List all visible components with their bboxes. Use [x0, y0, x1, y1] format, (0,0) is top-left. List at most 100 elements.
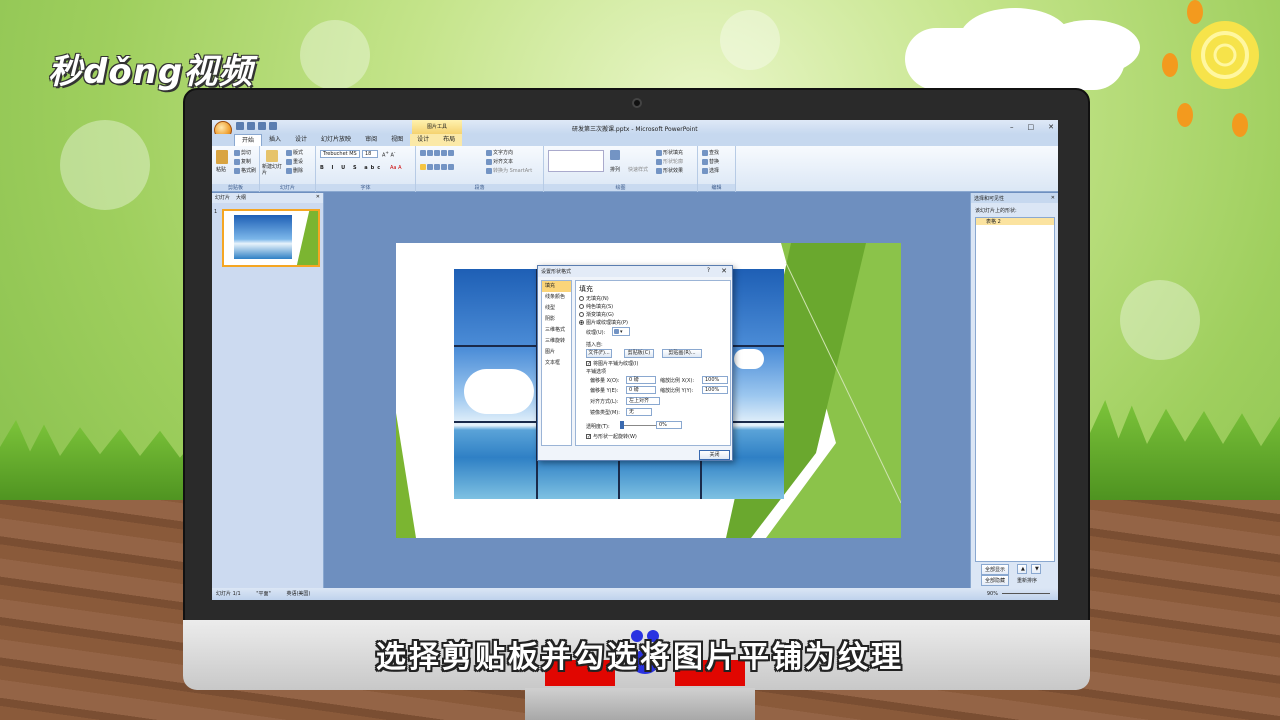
- smartart-button[interactable]: 转换为 SmartArt: [486, 167, 532, 174]
- redo-icon[interactable]: [247, 122, 255, 130]
- clipboard-button[interactable]: 剪贴板(C): [624, 349, 654, 358]
- font-style-buttons[interactable]: B I U S abc: [320, 165, 383, 171]
- rotate-with-shape-checkbox[interactable]: ✓ 与形状一起旋转(W): [586, 433, 637, 440]
- radio-no-fill[interactable]: 无填充(N): [579, 295, 609, 302]
- grow-font-icon[interactable]: A+ A-: [382, 150, 395, 159]
- new-slide-button[interactable]: [266, 150, 279, 162]
- category-3d-format[interactable]: 三维格式: [542, 325, 571, 336]
- alignment-dropdown[interactable]: 左上对齐: [626, 397, 660, 405]
- transparency-slider[interactable]: [620, 425, 660, 426]
- thumbnail-photo: [234, 215, 292, 259]
- tab-review[interactable]: 审阅: [358, 134, 384, 146]
- zoom-slider[interactable]: [1002, 593, 1050, 594]
- reset-label: 重设: [293, 159, 304, 165]
- bullets-icon[interactable]: [420, 150, 455, 157]
- offset-y-spinner[interactable]: 0 磅: [626, 386, 656, 394]
- category-line-style[interactable]: 线型: [542, 303, 571, 314]
- tab-slideshow[interactable]: 幻灯片放映: [314, 134, 358, 146]
- tab-outline[interactable]: 大纲: [236, 194, 246, 202]
- transparency-spinner[interactable]: 0%: [656, 421, 682, 429]
- powerpoint-window: 图片工具 研发第三次搬课.pptx - Microsoft PowerPoint…: [212, 120, 1058, 600]
- move-up-icon[interactable]: ▲: [1017, 564, 1027, 574]
- monitor-stand: [525, 688, 755, 720]
- show-all-button[interactable]: 全部显示: [981, 564, 1010, 575]
- align-text-button[interactable]: 对齐文本: [486, 158, 513, 165]
- tab-home[interactable]: 开始: [234, 134, 263, 146]
- tab-design[interactable]: 设计: [288, 134, 314, 146]
- category-fill[interactable]: 填充: [542, 281, 571, 292]
- tab-table-design[interactable]: 设计: [410, 134, 437, 146]
- brush-icon: [234, 167, 240, 174]
- transparency-slider-thumb[interactable]: [620, 421, 624, 429]
- tab-table-layout[interactable]: 布局: [436, 134, 463, 146]
- grass: [0, 420, 200, 510]
- shapes-gallery[interactable]: [548, 150, 604, 172]
- help-icon[interactable]: ?: [707, 267, 710, 274]
- scale-y-label: 缩放比例 Y(Y):: [660, 388, 694, 394]
- category-line-color[interactable]: 线条颜色: [542, 292, 571, 303]
- radio-picture-fill[interactable]: 图片或纹理填充(P): [579, 319, 628, 326]
- tile-checkbox[interactable]: ✓ 将图片平铺为纹理(I): [586, 360, 638, 367]
- text-direction-button[interactable]: 文字方向: [486, 149, 513, 156]
- texture-dropdown[interactable]: ▾: [612, 327, 630, 336]
- layout-button[interactable]: 版式: [286, 149, 303, 156]
- minimize-icon[interactable]: –: [1010, 123, 1014, 131]
- radio-solid-fill[interactable]: 纯色填充(S): [579, 303, 613, 310]
- checkbox-label: 将图片平铺为纹理(I): [593, 361, 639, 367]
- clipart-button[interactable]: 剪贴画(R)...: [662, 349, 702, 358]
- shape-effects-button[interactable]: 形状效果: [656, 167, 683, 174]
- category-3d-rotation[interactable]: 三维旋转: [542, 336, 571, 347]
- format-painter-button[interactable]: 格式刷: [234, 167, 256, 174]
- shape-fill-label: 形状填充: [663, 150, 684, 156]
- zoom-level[interactable]: 90%: [987, 588, 998, 600]
- cut-button[interactable]: 剪切: [234, 149, 251, 156]
- mirror-dropdown[interactable]: 无: [626, 408, 652, 416]
- shape-fill-button[interactable]: 形状填充: [656, 149, 683, 156]
- close-button[interactable]: 关闭: [699, 450, 730, 460]
- font-color-icon[interactable]: Aa A: [390, 165, 402, 171]
- font-name-combo[interactable]: Trebuchet MS: [320, 150, 360, 158]
- select-button[interactable]: 选择: [702, 167, 719, 174]
- slide-thumbnail[interactable]: [222, 209, 320, 267]
- shape-outline-button[interactable]: 形状轮廓: [656, 158, 683, 165]
- qat-dropdown-icon[interactable]: [269, 122, 277, 130]
- fill-icon: [656, 149, 662, 156]
- category-picture[interactable]: 图片: [542, 347, 571, 358]
- close-icon[interactable]: ✕: [721, 267, 727, 275]
- checkbox: ✓: [586, 434, 592, 440]
- category-text-box[interactable]: 文本框: [542, 358, 571, 369]
- quick-styles-label[interactable]: 快速样式: [628, 166, 648, 173]
- paste-button[interactable]: [216, 150, 229, 164]
- save-icon[interactable]: [258, 122, 266, 130]
- shapes-list: 表格 2: [975, 217, 1055, 562]
- find-button[interactable]: 查找: [702, 149, 719, 156]
- radio-gradient-fill[interactable]: 渐变填充(G): [579, 311, 614, 318]
- font-size-combo[interactable]: 18: [362, 150, 378, 158]
- offset-x-spinner[interactable]: 0 磅: [626, 376, 656, 384]
- move-down-icon[interactable]: ▼: [1031, 564, 1041, 574]
- close-icon[interactable]: ✕: [1051, 195, 1055, 201]
- arrange-button[interactable]: [610, 150, 621, 160]
- align-icons[interactable]: [420, 164, 455, 171]
- tab-view[interactable]: 视图: [384, 134, 410, 146]
- file-button[interactable]: 文件(F)...: [586, 349, 612, 358]
- close-icon[interactable]: ✕: [1048, 123, 1054, 131]
- shape-list-item[interactable]: 表格 2: [976, 218, 1054, 225]
- scale-y-spinner[interactable]: 100%: [702, 386, 728, 394]
- tab-slides[interactable]: 幻灯片: [215, 194, 230, 202]
- hide-all-button[interactable]: 全部隐藏: [981, 575, 1010, 586]
- close-icon[interactable]: ✕: [316, 194, 320, 202]
- grass: [1090, 400, 1280, 510]
- delete-button[interactable]: 删除: [286, 167, 303, 174]
- replace-button[interactable]: 替换: [702, 158, 719, 165]
- new-slide-label: 新建幻灯片: [262, 164, 283, 176]
- tab-insert[interactable]: 插入: [262, 134, 288, 146]
- maximize-icon[interactable]: □: [1028, 123, 1035, 131]
- category-shadow[interactable]: 阴影: [542, 314, 571, 325]
- scale-x-spinner[interactable]: 100%: [702, 376, 728, 384]
- radio-button: [579, 304, 584, 309]
- undo-icon[interactable]: [236, 122, 244, 130]
- reset-button[interactable]: 重设: [286, 158, 303, 165]
- slides-pane-tabs: 幻灯片 大纲 ✕: [212, 193, 323, 203]
- copy-button[interactable]: 复制: [234, 158, 251, 165]
